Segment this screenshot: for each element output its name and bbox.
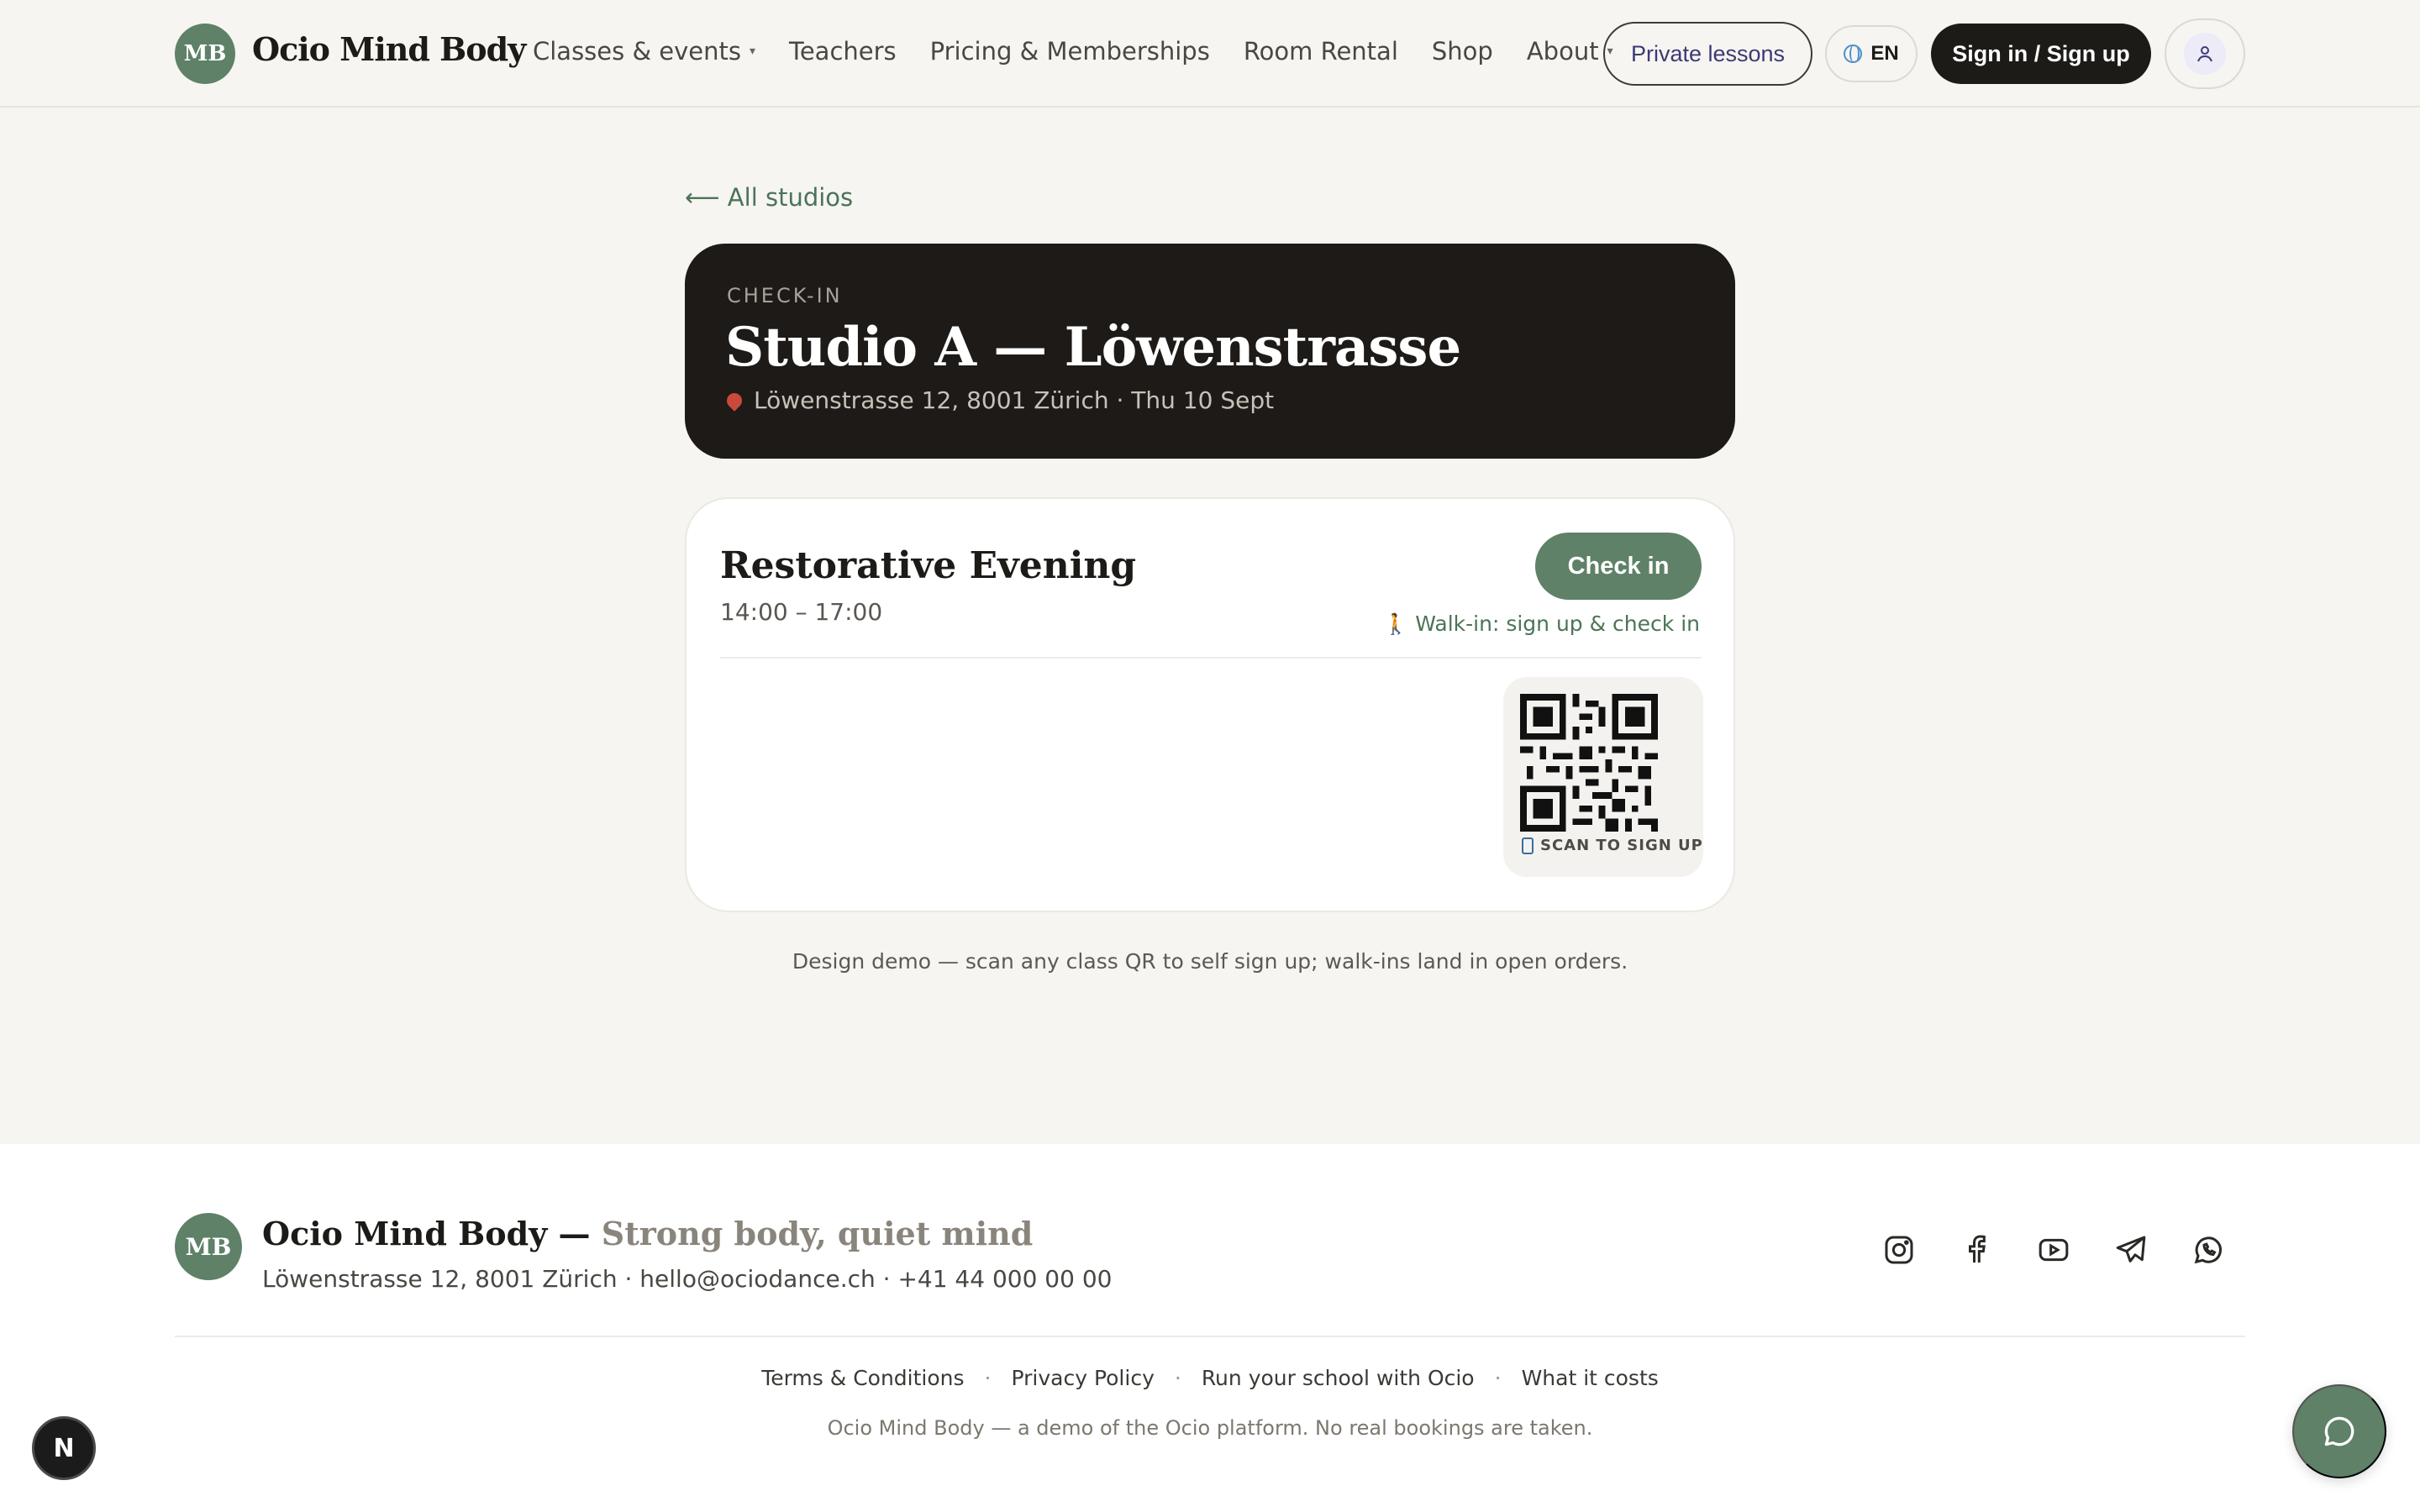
- qr-code-icon: [1520, 694, 1658, 832]
- youtube-icon[interactable]: [2037, 1233, 2070, 1267]
- logo-badge[interactable]: MB: [175, 24, 235, 84]
- nav-classes-events[interactable]: Classes & events ▾: [533, 37, 755, 66]
- hero-address-date: Löwenstrasse 12, 8001 Zürich · Thu 10 Se…: [754, 386, 1275, 414]
- hero-kicker: CHECK-IN: [727, 284, 843, 307]
- qr-caption-text: SCAN TO SIGN UP: [1540, 837, 1703, 854]
- location-pin-icon: [723, 389, 745, 412]
- user-icon: [2184, 33, 2226, 75]
- check-in-button[interactable]: Check in: [1535, 533, 1702, 600]
- footer-brand-line: Ocio Mind Body — Strong body, quiet mind: [262, 1215, 1033, 1252]
- whatsapp-icon[interactable]: [2191, 1233, 2225, 1267]
- back-all-studios-link[interactable]: ⟵ All studios: [685, 183, 853, 212]
- footer-links: Terms & Conditions · Privacy Policy · Ru…: [0, 1366, 2420, 1390]
- private-lessons-button[interactable]: Private lessons: [1603, 22, 1812, 86]
- run-your-school-link[interactable]: Run your school with Ocio: [1202, 1366, 1475, 1390]
- page-title: Studio A — Löwenstrasse: [725, 316, 1461, 379]
- instagram-icon[interactable]: [1882, 1233, 1916, 1267]
- walk-in-label: Walk-in: sign up & check in: [1415, 612, 1700, 636]
- language-switcher[interactable]: EN: [1825, 25, 1918, 82]
- nav-label: About: [1526, 37, 1599, 66]
- separator: ·: [984, 1366, 992, 1390]
- nav-room-rental[interactable]: Room Rental: [1244, 37, 1398, 66]
- chat-button[interactable]: [2292, 1384, 2386, 1478]
- nav-label: Room Rental: [1243, 37, 1398, 66]
- separator: ·: [1494, 1366, 1502, 1390]
- footer-logo-badge[interactable]: MB: [175, 1213, 242, 1280]
- footer-contact: Löwenstrasse 12, 8001 Zürich · hello@oci…: [262, 1265, 1113, 1293]
- social-links: [1882, 1233, 2225, 1267]
- qr-caption: SCAN TO SIGN UP: [1522, 837, 1703, 854]
- nav-pricing[interactable]: Pricing & Memberships: [930, 37, 1210, 66]
- telegram-icon[interactable]: [2114, 1233, 2148, 1267]
- footer-note: Ocio Mind Body — a demo of the Ocio plat…: [827, 1416, 1593, 1440]
- chevron-down-icon: ▾: [750, 45, 756, 58]
- walk-in-link[interactable]: 🚶 Walk-in: sign up & check in: [1383, 612, 1700, 636]
- nav-label: Classes & events: [533, 37, 742, 66]
- language-label: EN: [1870, 42, 1899, 65]
- walking-person-icon: 🚶: [1383, 612, 1409, 636]
- divider: [720, 657, 1702, 659]
- account-button[interactable]: [2165, 18, 2245, 89]
- check-in-hero: CHECK-IN Studio A — Löwenstrasse Löwenst…: [685, 244, 1735, 459]
- chat-bubble-icon: [2324, 1416, 2354, 1446]
- site-header: MB Ocio Mind Body Classes & events ▾ Tea…: [0, 0, 2420, 108]
- main-nav: Classes & events ▾ Teachers Pricing & Me…: [533, 37, 1613, 66]
- nav-label: Pricing & Memberships: [929, 37, 1210, 66]
- footer-brand: Ocio Mind Body —: [262, 1215, 602, 1252]
- hero-subtitle: Löwenstrasse 12, 8001 Zürich · Thu 10 Se…: [723, 386, 1275, 414]
- separator: ·: [1174, 1366, 1181, 1390]
- footer-tagline: Strong body, quiet mind: [601, 1215, 1034, 1252]
- sign-in-button[interactable]: Sign in / Sign up: [1931, 24, 2151, 84]
- footer-divider: [175, 1336, 2245, 1337]
- facebook-icon[interactable]: [1960, 1233, 1993, 1267]
- nav-teachers[interactable]: Teachers: [789, 37, 897, 66]
- nav-label: Shop: [1431, 37, 1493, 66]
- terms-link[interactable]: Terms & Conditions: [761, 1366, 964, 1390]
- brand-name[interactable]: Ocio Mind Body: [252, 30, 526, 68]
- nav-label: Teachers: [789, 37, 897, 66]
- class-card: Restorative Evening 14:00 – 17:00 Check …: [685, 497, 1735, 912]
- n-badge-button[interactable]: N: [32, 1416, 96, 1480]
- class-title: Restorative Evening: [720, 544, 1137, 587]
- site-footer: MB Ocio Mind Body — Strong body, quiet m…: [0, 1144, 2420, 1512]
- nav-shop[interactable]: Shop: [1432, 37, 1493, 66]
- nav-about[interactable]: About ▾: [1527, 37, 1613, 66]
- phone-icon: [1522, 837, 1534, 854]
- qr-sign-up[interactable]: SCAN TO SIGN UP: [1503, 677, 1703, 877]
- what-it-costs-link[interactable]: What it costs: [1522, 1366, 1659, 1390]
- demo-note: Design demo — scan any class QR to self …: [792, 949, 1628, 974]
- globe-icon: [1844, 45, 1863, 63]
- class-time: 14:00 – 17:00: [720, 598, 883, 626]
- privacy-link[interactable]: Privacy Policy: [1011, 1366, 1154, 1390]
